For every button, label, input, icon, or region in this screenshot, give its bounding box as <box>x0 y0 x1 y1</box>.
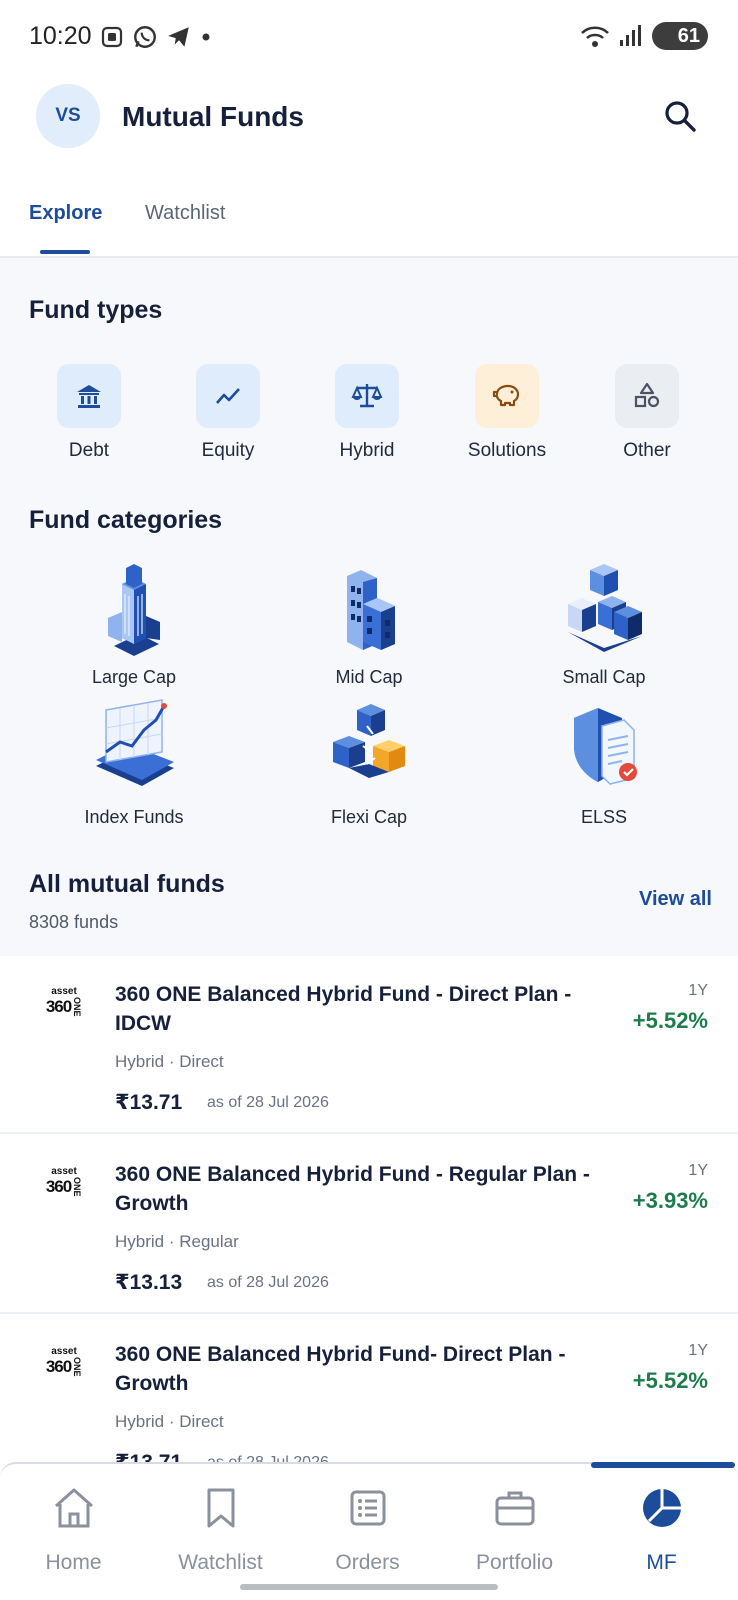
category-mid-cap[interactable]: Mid Cap <box>279 556 459 688</box>
category-index-funds[interactable]: Index Funds <box>44 696 224 828</box>
cubes-icon <box>333 704 405 778</box>
fund-nav: ₹13.71 <box>115 1091 183 1114</box>
pie-chart-icon <box>642 1489 681 1527</box>
small-buildings-icon <box>568 564 642 652</box>
search-icon[interactable] <box>662 98 698 134</box>
all-funds-title: All mutual funds <box>29 870 225 898</box>
app-header: VS Mutual Funds <box>0 84 738 154</box>
fund-nav-date: as of 28 Jul 2026 <box>207 1094 329 1111</box>
category-label: Flexi Cap <box>330 807 408 827</box>
all-funds-count: 8308 funds <box>29 912 119 932</box>
home-icon <box>54 1488 93 1528</box>
fund-logo: asset 360 ONE <box>45 1166 83 1197</box>
bank-icon <box>57 364 121 428</box>
fund-type-label: Hybrid <box>339 440 395 461</box>
fund-type-label: Debt <box>68 440 110 461</box>
tab-bar: Explore Watchlist <box>0 190 738 258</box>
nav-item-portfolio[interactable]: Portfolio <box>441 1464 588 1584</box>
battery-indicator: 61 <box>652 22 708 50</box>
nav-item-mf[interactable]: MF <box>588 1464 735 1584</box>
page-title: Mutual Funds <box>122 101 304 132</box>
chart-board-icon <box>96 699 174 786</box>
category-label: Small Cap <box>562 667 646 687</box>
nav-label: Portfolio <box>475 1551 554 1574</box>
avatar[interactable]: VS <box>36 84 100 148</box>
category-small-cap[interactable]: Small Cap <box>514 556 694 688</box>
fund-return: +5.52% <box>632 1008 708 1033</box>
fund-name: 360 ONE Balanced Hybrid Fund- Direct Pla… <box>115 1343 566 1395</box>
fund-name: 360 ONE Balanced Hybrid Fund - Direct Pl… <box>115 983 572 1035</box>
fund-type-other[interactable]: Other <box>582 364 712 462</box>
telegram-icon <box>168 27 189 47</box>
fund-nav: ₹13.13 <box>115 1271 183 1294</box>
return-period: 1Y <box>688 982 708 999</box>
fund-category: Hybrid · Direct <box>115 1412 224 1431</box>
fund-type-label: Other <box>623 440 671 461</box>
fund-logo: asset 360 ONE <box>45 1346 83 1377</box>
category-large-cap[interactable]: Large Cap <box>44 556 224 688</box>
category-flexi-cap[interactable]: Flexi Cap <box>279 696 459 828</box>
tab-watchlist[interactable]: Watchlist <box>145 202 225 225</box>
category-label: ELSS <box>580 807 628 827</box>
fund-types-title: Fund types <box>29 296 163 324</box>
nav-item-home[interactable]: Home <box>0 1464 147 1584</box>
shield-document-icon <box>574 708 637 785</box>
status-time: 10:20 <box>29 22 92 50</box>
briefcase-icon <box>495 1491 534 1526</box>
fund-return: +5.52% <box>632 1368 708 1393</box>
fund-type-label: Equity <box>201 440 255 461</box>
return-period: 1Y <box>688 1342 708 1359</box>
fund-type-solutions[interactable]: Solutions <box>442 364 572 462</box>
signal-icon <box>620 25 641 46</box>
fund-category: Hybrid · Regular <box>115 1232 239 1251</box>
nav-label: MF <box>646 1551 677 1574</box>
fund-logo: asset 360 ONE <box>45 986 83 1017</box>
skyscraper-icon <box>108 564 160 656</box>
notification-dot-icon <box>202 33 210 41</box>
bottom-nav: Home Watchlist Orders Portfolio MF <box>0 1462 738 1600</box>
wifi-icon <box>581 26 609 47</box>
fund-type-hybrid[interactable]: Hybrid <box>302 364 432 462</box>
building-icon <box>347 570 395 650</box>
fund-type-label: Solutions <box>467 440 547 461</box>
fund-nav-date: as of 28 Jul 2026 <box>207 1274 329 1291</box>
fund-list-item[interactable]: asset 360 ONE 360 ONE Balanced Hybrid Fu… <box>0 1136 738 1314</box>
tab-indicator <box>40 250 90 254</box>
view-all-link[interactable]: View all <box>639 888 712 911</box>
fund-name: 360 ONE Balanced Hybrid Fund - Regular P… <box>115 1163 590 1215</box>
shapes-icon <box>615 364 679 428</box>
nav-label: Home <box>45 1551 102 1574</box>
fund-list-item[interactable]: asset 360 ONE 360 ONE Balanced Hybrid Fu… <box>0 956 738 1134</box>
category-label: Mid Cap <box>335 667 403 687</box>
category-label: Large Cap <box>91 667 177 687</box>
nav-item-orders[interactable]: Orders <box>294 1464 441 1584</box>
fund-category: Hybrid · Direct <box>115 1052 224 1071</box>
fund-categories-title: Fund categories <box>29 506 223 534</box>
home-indicator[interactable] <box>240 1584 498 1590</box>
trend-icon <box>196 364 260 428</box>
bookmark-icon <box>207 1488 234 1528</box>
category-label: Index Funds <box>84 807 184 827</box>
fund-type-debt[interactable]: Debt <box>24 364 154 462</box>
orders-list-icon <box>350 1490 385 1526</box>
whatsapp-icon <box>134 26 156 48</box>
category-elss[interactable]: ELSS <box>514 696 694 828</box>
nav-label: Orders <box>335 1551 400 1574</box>
status-bar: 10:20 61 <box>0 0 738 74</box>
tab-explore[interactable]: Explore <box>29 202 102 225</box>
fund-return: +3.93% <box>632 1188 708 1213</box>
return-period: 1Y <box>688 1162 708 1179</box>
scale-icon <box>335 364 399 428</box>
screenshot-icon <box>101 26 123 48</box>
fund-type-equity[interactable]: Equity <box>163 364 293 462</box>
nav-label: Watchlist <box>178 1551 263 1574</box>
nav-item-watchlist[interactable]: Watchlist <box>147 1464 294 1584</box>
piggy-bank-icon <box>475 364 539 428</box>
